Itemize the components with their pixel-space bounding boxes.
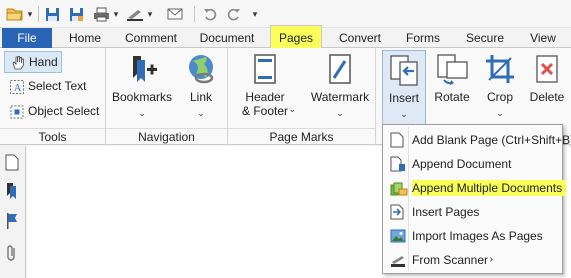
undo-icon[interactable] <box>202 5 218 23</box>
insert-pages-icon <box>390 204 406 220</box>
chevron-down-icon[interactable]: ▾ <box>26 5 34 23</box>
chevron-down-icon: ⌄ <box>336 108 344 118</box>
attachment-icon[interactable] <box>5 244 19 262</box>
append-document-item[interactable]: Append Document <box>384 153 561 175</box>
rotate-label: Rotate <box>434 90 470 104</box>
tab-view[interactable]: View <box>524 28 562 48</box>
header-footer-label-line2: & Footer <box>241 104 289 118</box>
tab-secure[interactable]: Secure <box>460 28 510 48</box>
crop-icon <box>483 52 517 86</box>
object-select-icon <box>9 104 25 120</box>
select-text-icon: A <box>9 79 25 95</box>
rotate-button[interactable]: Rotate <box>430 52 474 104</box>
chevron-down-icon[interactable]: ▾ <box>112 5 120 23</box>
delete-page-icon <box>530 52 564 86</box>
insert-label: Insert <box>388 91 419 105</box>
submenu-arrow-icon: › <box>489 254 493 265</box>
from-scanner-item[interactable]: From Scanner › <box>384 249 561 271</box>
navigation-group: Bookmarks ⌄ Link ⌄ Navigation <box>106 48 228 145</box>
header-footer-icon <box>248 52 282 86</box>
watermark-button[interactable]: Watermark ⌄ <box>308 52 372 120</box>
bookmarks-icon <box>125 52 159 86</box>
import-images-as-pages-item[interactable]: Import Images As Pages <box>384 225 561 247</box>
brush-icon[interactable] <box>126 5 144 23</box>
append-multiple-documents-icon <box>390 180 408 196</box>
insert-button[interactable]: Insert ⌄ <box>382 50 426 128</box>
add-blank-page-item[interactable]: Add Blank Page (Ctrl+Shift+B) <box>384 129 571 151</box>
bookmarks-button[interactable]: Bookmarks ⌄ <box>112 52 172 120</box>
watermark-label: Watermark <box>310 90 370 104</box>
chevron-down-icon: ⌄ <box>400 109 408 119</box>
bookmarks-label: Bookmarks <box>112 90 173 104</box>
chevron-down-icon[interactable]: ▾ <box>250 5 260 23</box>
hand-icon <box>10 55 26 71</box>
print-icon[interactable] <box>92 5 110 23</box>
link-icon <box>184 52 218 86</box>
header-footer-button[interactable]: Header & Footer ⌄ <box>236 52 296 118</box>
tab-home[interactable]: Home <box>62 28 108 48</box>
crop-label: Crop <box>486 90 513 104</box>
chevron-down-icon[interactable]: ▾ <box>146 5 154 23</box>
chevron-down-icon: ⌄ <box>288 104 296 114</box>
chevron-down-icon: ⌄ <box>496 108 504 118</box>
object-select-button[interactable]: Object Select <box>4 101 104 123</box>
tools-group-label: Tools <box>0 128 105 145</box>
insert-page-icon <box>387 53 421 87</box>
insert-pages-item[interactable]: Insert Pages <box>384 201 561 223</box>
link-button[interactable]: Link ⌄ <box>180 52 222 120</box>
append-multiple-documents-item[interactable]: Append Multiple Documents <box>384 177 567 199</box>
append-document-icon <box>390 156 406 172</box>
tab-forms[interactable]: Forms <box>398 28 448 48</box>
insert-dropdown-menu: Add Blank Page (Ctrl+Shift+B) Append Doc… <box>382 124 571 274</box>
header-footer-label-line1: Header <box>245 90 285 104</box>
hand-label: Hand <box>29 55 58 69</box>
tab-comment[interactable]: Comment <box>118 28 184 48</box>
image-icon <box>390 228 406 244</box>
navigation-sidebar <box>0 146 26 278</box>
page-marks-group: Header & Footer ⌄ Watermark ⌄ Page Marks <box>228 48 376 145</box>
crop-button[interactable]: Crop ⌄ <box>480 52 520 120</box>
link-label: Link <box>189 90 212 104</box>
delete-label: Delete <box>529 90 565 104</box>
quick-access-toolbar: ▾ ▾ ▾ ▾ <box>0 0 571 28</box>
page-marks-group-label: Page Marks <box>228 128 375 145</box>
page-thumbnails-icon[interactable] <box>5 154 19 172</box>
rotate-page-icon <box>435 52 469 86</box>
folder-open-icon[interactable] <box>6 5 24 23</box>
object-select-label: Object Select <box>28 104 100 118</box>
navigation-group-label: Navigation <box>106 128 227 145</box>
scanner-icon <box>390 252 406 268</box>
tab-pages[interactable]: Pages <box>270 25 322 49</box>
tools-group: Hand A Select Text Object Select Tools <box>0 48 106 145</box>
bookmarks-panel-icon[interactable] <box>5 182 19 200</box>
blank-page-icon <box>390 132 406 148</box>
chevron-down-icon: ⌄ <box>138 108 146 118</box>
flag-icon[interactable] <box>5 212 19 230</box>
save-icon[interactable] <box>44 5 60 23</box>
select-text-label: Select Text <box>28 79 87 93</box>
ribbon-tabs: File Home Comment Document Pages Convert… <box>0 25 571 49</box>
tab-convert[interactable]: Convert <box>332 28 388 48</box>
hand-tool-button[interactable]: Hand <box>4 51 62 73</box>
chevron-down-icon: ⌄ <box>197 108 205 118</box>
watermark-icon <box>323 52 357 86</box>
email-icon[interactable] <box>166 5 184 23</box>
save-as-icon[interactable] <box>68 5 84 23</box>
tab-file[interactable]: File <box>2 28 52 48</box>
select-text-button[interactable]: A Select Text <box>4 76 102 98</box>
delete-button[interactable]: Delete <box>526 52 568 104</box>
svg-text:A: A <box>14 83 22 94</box>
redo-icon[interactable] <box>226 5 242 23</box>
tab-document[interactable]: Document <box>194 28 260 48</box>
